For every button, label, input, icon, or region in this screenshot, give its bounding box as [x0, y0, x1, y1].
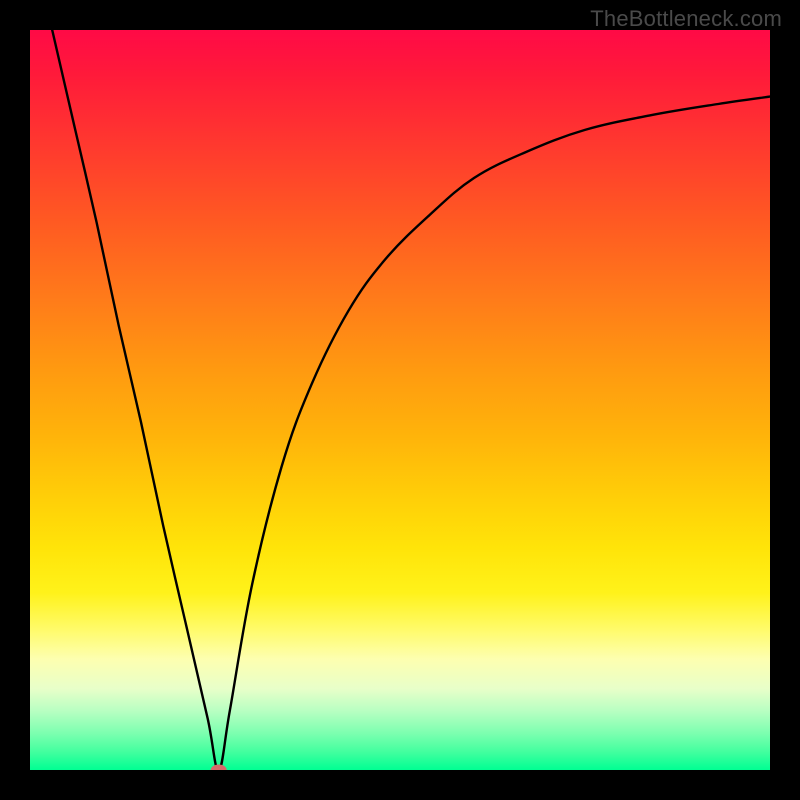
bottleneck-curve	[52, 30, 770, 770]
attribution-text: TheBottleneck.com	[590, 6, 782, 32]
chart-frame: TheBottleneck.com	[0, 0, 800, 800]
chart-plot-area	[30, 30, 770, 770]
chart-svg	[30, 30, 770, 770]
bottleneck-marker	[211, 765, 227, 771]
